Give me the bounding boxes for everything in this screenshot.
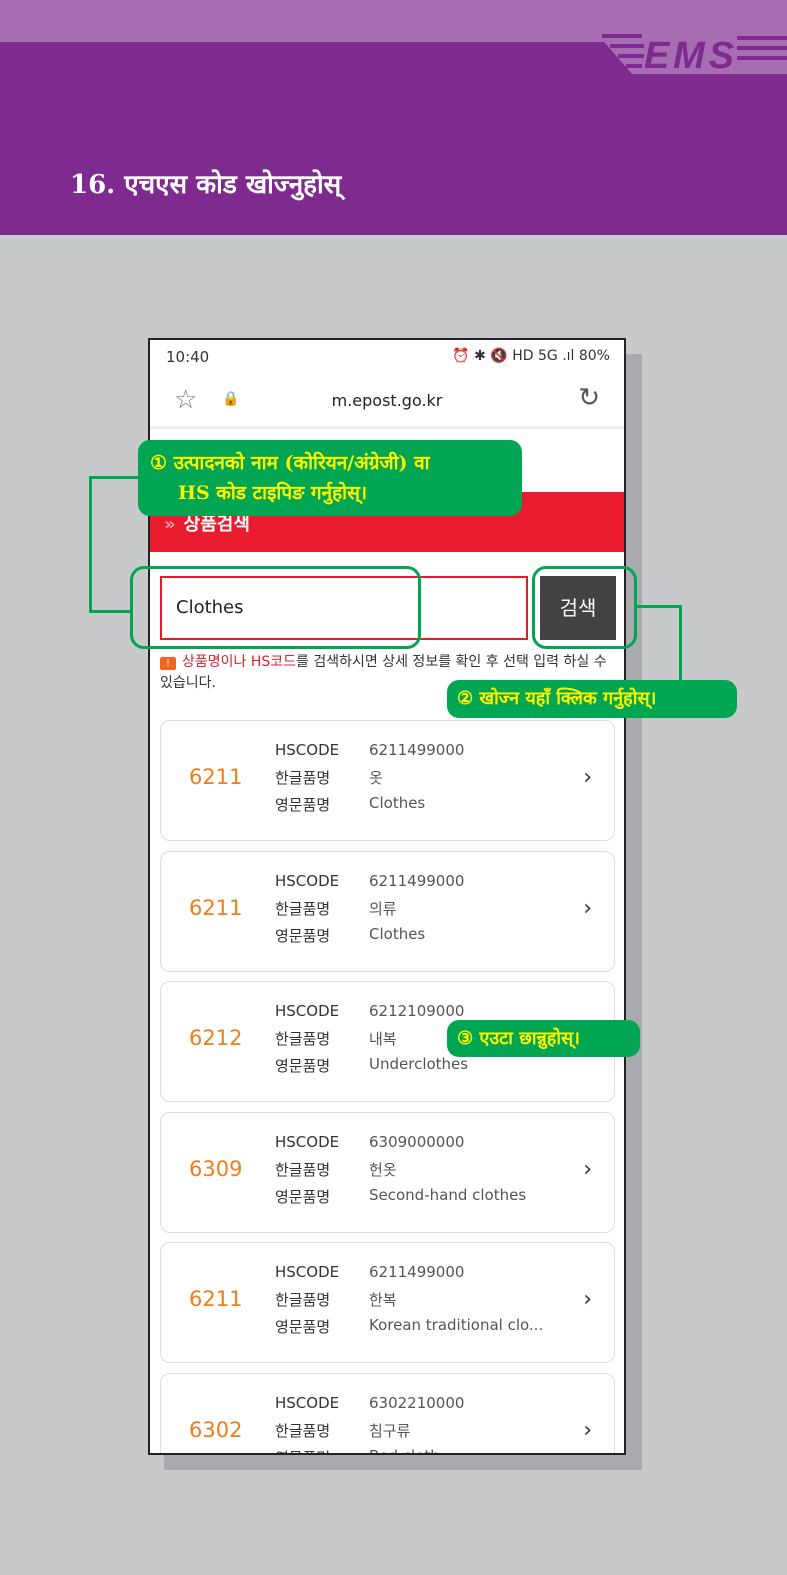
label-hscode: HSCODE <box>275 871 340 890</box>
label-korean: 한글품명 <box>275 769 331 787</box>
chevron-double-icon: » <box>164 514 176 535</box>
label-korean: 한글품명 <box>275 1030 331 1049</box>
hs-code-short: 6309 <box>189 1156 243 1181</box>
hs-code-short: 6211 <box>189 1287 243 1312</box>
hscode-value: 6309000000 <box>369 1132 465 1151</box>
label-english: 영문품명 <box>275 1187 331 1206</box>
browser-bar: ☆ 🔒 m.epost.go.kr ↻ <box>150 377 624 429</box>
korean-name: 헌옷 <box>369 1160 397 1179</box>
input-highlight <box>130 566 421 649</box>
page-title: 16. एचएस कोड खोज्नुहोस् <box>70 170 342 200</box>
result-card[interactable]: 6211 HSCODE 한글품명 영문품명 6211499000 의류 Clot… <box>160 850 615 972</box>
hs-code-short: 6212 <box>189 1026 243 1051</box>
hint-red: 이나 <box>220 654 251 670</box>
hint-red: HS코드 <box>250 654 297 670</box>
url-text[interactable]: m.epost.go.kr <box>150 391 624 410</box>
ems-logo: EMS EMS <box>592 28 787 74</box>
label-english: 영문품명 <box>275 926 331 945</box>
connector-line <box>89 476 92 613</box>
korean-name: 한복 <box>369 1291 397 1310</box>
korean-name: 의류 <box>369 899 397 918</box>
banner-title: 상품검색 <box>183 514 250 535</box>
chevron-right-icon: › <box>583 765 592 790</box>
chevron-right-icon: › <box>583 1287 592 1313</box>
label-english: 영문품명 <box>275 1447 330 1453</box>
hscode-value: 6302210000 <box>369 1394 465 1412</box>
status-time: 10:40 <box>166 348 210 366</box>
result-card[interactable]: 6302 HSCODE 한글품명 영문품명 6302210000 침구류 Bed… <box>160 1373 615 1453</box>
label-english: 영문품명 <box>275 796 331 814</box>
label-english: 영문품명 <box>275 1318 331 1337</box>
hscode-value: 6211499000 <box>369 871 465 890</box>
reload-icon[interactable]: ↻ <box>578 383 600 413</box>
callout-1: ① उत्पादनको नाम (कोरियन/अंग्रेजी) वा HS … <box>138 440 522 516</box>
connector-line <box>89 610 131 613</box>
korean-name: 옷 <box>369 769 383 787</box>
hs-code-short: 6211 <box>189 765 243 789</box>
hscode-value: 6211499000 <box>369 741 465 759</box>
result-card[interactable]: 6211 HSCODE 한글품명 영문품명 6211499000 옷 Cloth… <box>160 720 615 841</box>
hs-code-short: 6211 <box>189 895 243 920</box>
english-name: Clothes <box>369 794 426 812</box>
english-name: Clothes <box>369 924 426 943</box>
korean-name: 침구류 <box>369 1422 411 1440</box>
callout-3: ③ एउटा छान्नुहोस्। <box>447 1020 640 1057</box>
label-korean: 한글품명 <box>275 1422 331 1440</box>
callout-text: ① उत्पादनको नाम (कोरियन/अंग्रेजी) वा <box>150 452 430 474</box>
result-card[interactable]: 6211 HSCODE 한글품명 영문품명 6211499000 한복 Kore… <box>160 1242 615 1364</box>
hscode-value: 6212109000 <box>369 1002 465 1021</box>
label-hscode: HSCODE <box>275 1002 340 1021</box>
chevron-right-icon: › <box>583 1418 592 1443</box>
english-name: Second-hand clothes <box>369 1185 527 1204</box>
connector-line <box>636 605 682 608</box>
label-english: 영문품명 <box>275 1057 331 1076</box>
callout-2: ② खोज्न यहाँ क्लिक गर्नुहोस्। <box>447 680 737 718</box>
chevron-right-icon: › <box>583 895 592 921</box>
hint-red: 상품명 <box>182 654 221 670</box>
label-hscode: HSCODE <box>275 1132 340 1151</box>
label-hscode: HSCODE <box>275 741 340 759</box>
hs-code-short: 6302 <box>189 1418 243 1442</box>
korean-name: 내복 <box>369 1030 397 1049</box>
alert-icon: ! <box>160 657 176 670</box>
label-hscode: HSCODE <box>275 1394 340 1412</box>
label-korean: 한글품명 <box>275 1291 331 1310</box>
english-name: Korean traditional clo... <box>369 1316 544 1335</box>
chevron-right-icon: › <box>583 1156 592 1182</box>
result-card[interactable]: 6309 HSCODE 한글품명 영문품명 6309000000 헌옷 Seco… <box>160 1111 615 1233</box>
hscode-value: 6211499000 <box>369 1263 465 1282</box>
label-korean: 한글품명 <box>275 899 331 918</box>
svg-text:EMS: EMS <box>644 35 734 74</box>
connector-line <box>90 476 138 479</box>
connector-line <box>679 605 682 681</box>
status-icons: ⏰ ✱ 🔇 HD 5G .ıl 80% <box>452 348 610 364</box>
english-name: Bed cloth <box>369 1447 440 1453</box>
button-highlight <box>532 566 637 649</box>
callout-text: HS कोड टाइपिङ गर्नुहोस्। <box>178 482 368 504</box>
label-korean: 한글품명 <box>275 1160 331 1179</box>
english-name: Underclothes <box>369 1055 469 1074</box>
label-hscode: HSCODE <box>275 1263 340 1282</box>
